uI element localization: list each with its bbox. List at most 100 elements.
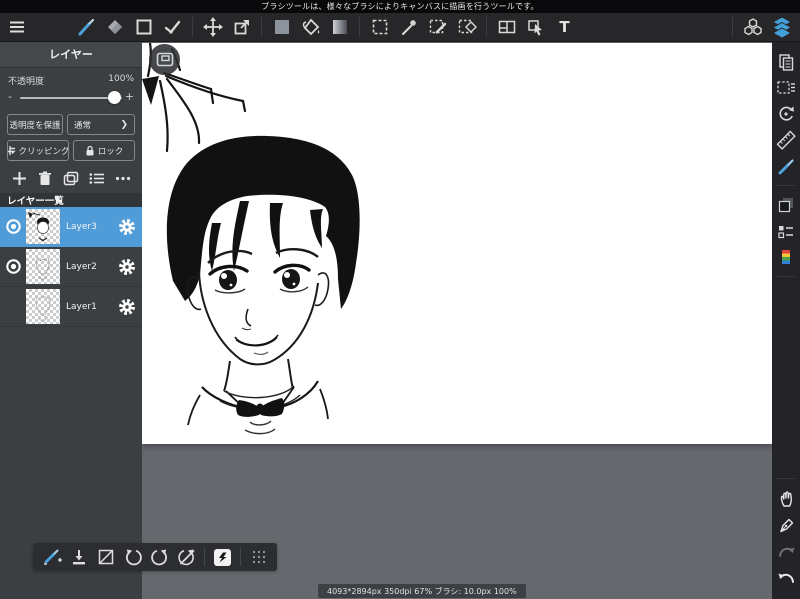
ruler-button[interactable] bbox=[773, 127, 799, 153]
rotate-reset-button[interactable] bbox=[773, 101, 799, 127]
opacity-label: 不透明度 bbox=[8, 77, 45, 87]
save-icon bbox=[72, 550, 85, 565]
brush-material-button[interactable] bbox=[773, 153, 799, 179]
move-tool-button[interactable] bbox=[200, 15, 225, 40]
layers-icon bbox=[771, 16, 793, 38]
gradient-tool-button[interactable] bbox=[327, 15, 352, 40]
layer-row-layer3[interactable]: Layer3 bbox=[0, 207, 142, 247]
pages-panel-button[interactable] bbox=[773, 49, 799, 75]
undo-button[interactable] bbox=[773, 563, 799, 589]
select-tool-button[interactable] bbox=[367, 15, 392, 40]
select-pen-button[interactable] bbox=[425, 15, 450, 40]
duplicate-layer-icon[interactable] bbox=[62, 169, 80, 187]
opacity-increase-button[interactable]: + bbox=[125, 90, 134, 103]
chevron-right-icon: ❯ bbox=[120, 119, 128, 130]
notification-bar: ブラシツールは、様々なブラシによりキャンバスに描画を行うツールです。 bbox=[0, 0, 800, 13]
layer-thumbnail[interactable] bbox=[26, 289, 60, 324]
lock-button[interactable]: ロック bbox=[73, 140, 135, 161]
opacity-slider-track[interactable] bbox=[20, 97, 122, 99]
brush-add-icon bbox=[43, 549, 62, 565]
invert-icon bbox=[214, 548, 231, 566]
layer-panel: レイヤー 不透明度 100% - + 透明度を保護 通常 ❯ クリッピング ロッ… bbox=[0, 41, 142, 599]
eraser-tool-button[interactable] bbox=[102, 15, 127, 40]
layer-settings-button[interactable] bbox=[112, 217, 142, 237]
layer-row-layer2[interactable]: Layer2 bbox=[0, 247, 142, 287]
layer-settings-button[interactable] bbox=[112, 257, 142, 277]
magic-wand-button[interactable] bbox=[396, 15, 421, 40]
canvas-area[interactable] bbox=[142, 41, 772, 599]
fill-swatch-button[interactable] bbox=[269, 15, 294, 40]
hand-icon bbox=[780, 491, 792, 507]
transform-tool-icon bbox=[232, 17, 252, 37]
grid-button[interactable] bbox=[246, 545, 271, 569]
gear-icon bbox=[117, 297, 137, 317]
rotate-reset-icon bbox=[779, 106, 794, 121]
operation-tool-icon bbox=[526, 17, 546, 37]
rotate-ccw-button[interactable] bbox=[120, 545, 145, 569]
hide-panels-button[interactable] bbox=[149, 44, 180, 75]
bucket-tool-button[interactable] bbox=[298, 15, 323, 40]
eraser-tool-icon bbox=[105, 17, 125, 37]
canvas-quick-toolbar bbox=[33, 543, 277, 571]
invert-view-button[interactable] bbox=[210, 545, 235, 569]
rotate-cw-icon bbox=[150, 549, 167, 566]
layer-name: Layer2 bbox=[66, 261, 97, 272]
opacity-slider-knob[interactable] bbox=[107, 91, 121, 104]
layer-thumbnail[interactable] bbox=[26, 209, 60, 244]
layer-row-layer1[interactable]: Layer1 bbox=[0, 287, 142, 327]
snap-panel-button[interactable] bbox=[773, 218, 799, 244]
main-toolbar: T bbox=[0, 13, 800, 42]
brush-tool-icon bbox=[76, 17, 96, 37]
rotate-off-button[interactable] bbox=[174, 545, 199, 569]
select-rect-icon bbox=[371, 18, 389, 36]
save-button[interactable] bbox=[66, 545, 91, 569]
selection-list-icon bbox=[777, 81, 795, 94]
layer-settings-button[interactable] bbox=[112, 297, 142, 317]
layer-list-header: レイヤー一覧 bbox=[0, 193, 142, 207]
visibility-toggle[interactable] bbox=[0, 218, 26, 235]
rotate-cw-button[interactable] bbox=[147, 545, 172, 569]
polyline-tool-button[interactable] bbox=[160, 15, 185, 40]
magic-wand-icon bbox=[399, 17, 419, 37]
more-options-icon[interactable] bbox=[114, 169, 132, 187]
shape-tool-button[interactable] bbox=[131, 15, 156, 40]
brush-tool-button[interactable] bbox=[73, 15, 98, 40]
redo-button[interactable] bbox=[773, 537, 799, 563]
add-layer-icon[interactable] bbox=[10, 169, 28, 187]
undo-icon bbox=[778, 573, 794, 583]
panel-divide-icon bbox=[497, 18, 517, 36]
layer-thumbnail[interactable] bbox=[26, 249, 60, 284]
operation-tool-button[interactable] bbox=[523, 15, 548, 40]
clipping-icon bbox=[8, 145, 16, 156]
panel-divide-button[interactable] bbox=[494, 15, 519, 40]
delete-layer-icon[interactable] bbox=[36, 169, 54, 187]
gear-icon bbox=[117, 257, 137, 277]
transform-tool-button[interactable] bbox=[229, 15, 254, 40]
text-tool-button[interactable]: T bbox=[552, 15, 577, 40]
brush-material-icon bbox=[778, 159, 794, 175]
blend-mode-button[interactable]: 通常 ❯ bbox=[67, 114, 135, 135]
fill-swatch-icon bbox=[273, 18, 291, 36]
visibility-toggle[interactable] bbox=[0, 258, 26, 275]
pen-cursor-button[interactable] bbox=[773, 511, 799, 537]
hand-tool-button[interactable] bbox=[773, 485, 799, 511]
menu-button[interactable] bbox=[4, 15, 29, 40]
opacity-decrease-button[interactable]: - bbox=[8, 90, 12, 103]
opacity-slider[interactable]: - + bbox=[8, 89, 134, 107]
brush-add-button[interactable] bbox=[39, 545, 64, 569]
flip-button[interactable] bbox=[93, 545, 118, 569]
material-panel-button[interactable] bbox=[740, 15, 765, 40]
ruler-icon bbox=[776, 130, 796, 150]
clipping-button[interactable]: クリッピング bbox=[7, 140, 69, 161]
drawing-canvas[interactable] bbox=[142, 43, 772, 444]
select-eraser-button[interactable] bbox=[454, 15, 479, 40]
layer-name: Layer3 bbox=[66, 221, 97, 232]
swatch-panel-button[interactable] bbox=[773, 192, 799, 218]
layers-panel-button[interactable] bbox=[769, 15, 794, 40]
selection-panel-button[interactable] bbox=[773, 75, 799, 101]
gradient-tool-icon bbox=[331, 18, 349, 36]
move-tool-icon bbox=[202, 17, 223, 37]
protect-alpha-button[interactable]: 透明度を保護 bbox=[7, 114, 63, 135]
palette-panel-button[interactable] bbox=[773, 244, 799, 270]
layer-list-icon[interactable] bbox=[88, 169, 106, 187]
